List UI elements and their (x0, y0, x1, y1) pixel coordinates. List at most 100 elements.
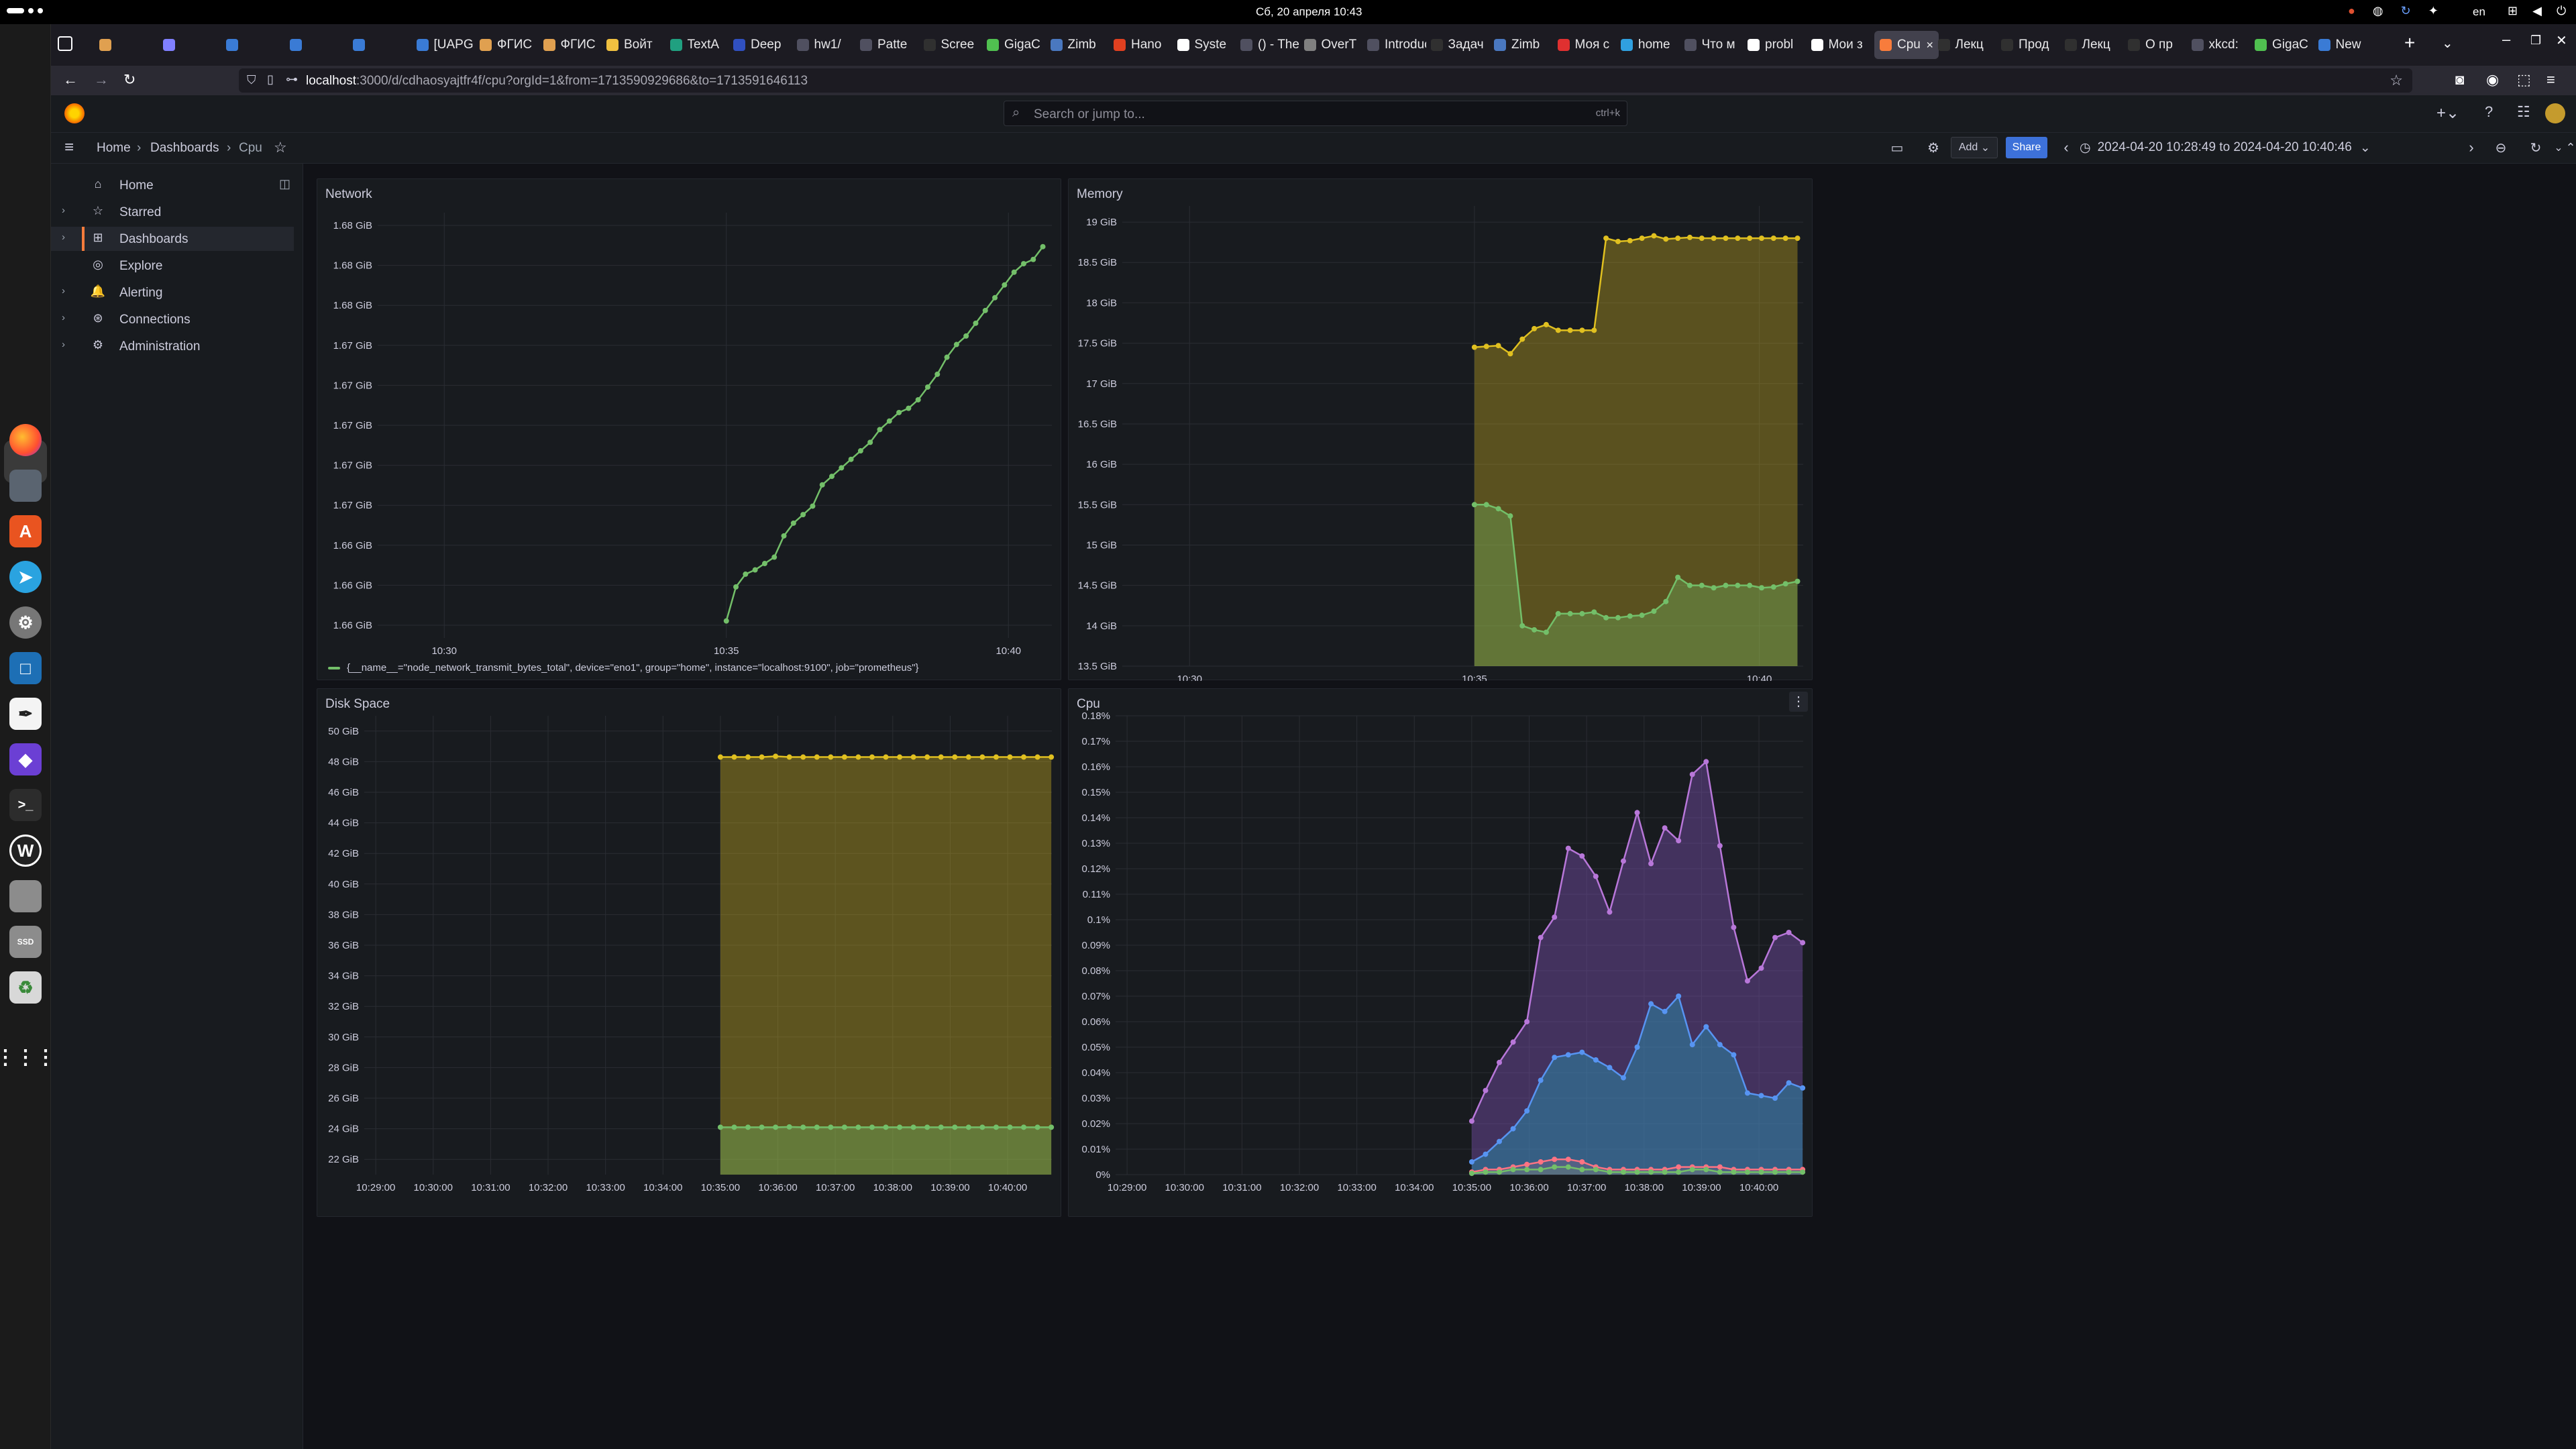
nav-item-alerting[interactable]: › 🔔 Alerting (51, 280, 294, 305)
browser-tab[interactable]: GigaC (987, 31, 1046, 59)
expand-chevron-icon[interactable]: › (62, 205, 65, 216)
browser-tab[interactable]: probl (1748, 31, 1807, 59)
breadcrumb-home[interactable]: Home (97, 141, 131, 156)
browser-tab[interactable] (99, 31, 158, 59)
add-button[interactable]: Add ⌄ (1951, 137, 1998, 158)
telegram-icon[interactable]: ➤ (9, 561, 42, 593)
browser-tab[interactable]: () - The C (1240, 31, 1299, 59)
tab-list-icon[interactable]: ⌄ (2442, 35, 2453, 52)
permissions-icon[interactable]: ⊶ (286, 72, 298, 87)
browser-tab[interactable]: Войт (606, 31, 665, 59)
search-input[interactable]: ⌕ Search or jump to... ctrl+k (1004, 101, 1627, 126)
expand-chevron-icon[interactable]: › (62, 231, 65, 243)
steam-icon[interactable]: ◍ (2373, 4, 2383, 18)
browser-tab[interactable]: OverT (1303, 31, 1363, 59)
browser-tab[interactable] (226, 31, 285, 59)
breadcrumb-dashboards[interactable]: Dashboards (150, 141, 219, 156)
expand-chevron-icon[interactable]: › (62, 285, 65, 297)
virtualbox-icon[interactable]: □ (9, 652, 42, 684)
favorite-star-icon[interactable]: ☆ (274, 139, 287, 156)
workspace-indicator[interactable] (7, 8, 43, 13)
inkscape-icon[interactable]: ✒ (9, 698, 42, 730)
browser-tab[interactable]: New (2318, 31, 2377, 59)
browser-tab[interactable]: Прод (2001, 31, 2060, 59)
reload-icon[interactable]: ↻ (123, 71, 136, 89)
new-tab-icon[interactable]: + (2404, 32, 2415, 54)
browser-tab[interactable]: Scree (923, 31, 983, 59)
back-icon[interactable]: ← (63, 71, 78, 89)
system-clock[interactable]: Сб, 20 апреля 10:43 (1256, 5, 1362, 19)
browser-tab[interactable]: Deep (733, 31, 792, 59)
browser-tab[interactable]: [UAPG (416, 31, 476, 59)
pocket-icon[interactable]: ◙ (2455, 71, 2464, 89)
browser-tab[interactable]: ФГИС (543, 31, 602, 59)
nav-item-explore[interactable]: ◎ Explore (51, 254, 294, 278)
time-back-icon[interactable]: ‹ (2057, 137, 2076, 158)
nav-item-starred[interactable]: › ☆ Starred (51, 200, 294, 224)
browser-tab[interactable] (162, 31, 222, 59)
webstorm-icon[interactable]: W (9, 835, 42, 867)
help-icon[interactable]: ? (2485, 103, 2493, 121)
panel-menu-icon[interactable]: ⋮ (1789, 692, 1808, 712)
maximize-icon[interactable]: ❐ (2530, 34, 2541, 48)
firefox-icon[interactable] (9, 424, 42, 456)
memory-panel[interactable]: 13.5 GiB 14 GiB 14.5 GiB 15 GiB 15.5 GiB 16 G… (1068, 178, 1813, 681)
zoom-out-icon[interactable]: ⊖ (2487, 137, 2514, 158)
refresh-icon[interactable]: ↻ (2522, 137, 2549, 158)
browser-tab[interactable]: Лекц (2064, 31, 2124, 59)
menu-icon[interactable]: ≡ (2546, 71, 2555, 89)
browser-tab[interactable]: GigaC (2255, 31, 2314, 59)
browser-tab[interactable] (353, 31, 412, 59)
browser-tab[interactable]: Introduc (1367, 31, 1426, 59)
news-icon[interactable]: ☷ (2517, 103, 2530, 121)
close-window-icon[interactable]: ✕ (2556, 32, 2567, 49)
expand-chevron-icon[interactable]: › (62, 312, 65, 323)
settings-icon[interactable]: ⚙ (9, 606, 42, 639)
browser-tab[interactable]: Моя с (1557, 31, 1617, 59)
accessibility-icon[interactable]: ✦ (2428, 4, 2438, 18)
browser-tab[interactable]: TextA (669, 31, 729, 59)
close-tab-icon[interactable]: ✕ (1926, 40, 1934, 51)
browser-tab[interactable]: Hano (1114, 31, 1173, 59)
show-apps-icon[interactable]: ⋮⋮⋮ (0, 1041, 56, 1073)
drive-icon[interactable] (9, 880, 42, 912)
ssd-icon[interactable]: SSD (9, 926, 42, 958)
legend-item[interactable]: {__name__="node_network_transmit_bytes_t… (328, 662, 919, 674)
grafana-logo-icon[interactable] (64, 103, 85, 123)
expand-chevron-icon[interactable]: › (62, 339, 65, 350)
tracking-shield-icon[interactable]: ⛉ (247, 73, 256, 87)
minimize-icon[interactable]: – (2502, 31, 2510, 48)
browser-tab[interactable]: О пр (2128, 31, 2187, 59)
bookmark-star-icon[interactable]: ☆ (2390, 72, 2403, 89)
account-icon[interactable]: ◉ (2486, 71, 2499, 89)
share-button[interactable]: Share (2006, 137, 2047, 158)
nav-item-home[interactable]: ⌂ Home (51, 173, 294, 197)
extensions-icon[interactable]: ⬚ (2517, 71, 2531, 89)
menu-toggle-icon[interactable]: ≡ (64, 138, 74, 157)
browser-tab[interactable]: Patte (860, 31, 919, 59)
app-center-icon[interactable]: A (9, 515, 42, 547)
forward-icon[interactable]: → (94, 71, 109, 89)
status-icons[interactable]: ⊞ ◀ ⏻ (2508, 4, 2566, 18)
nav-item-administration[interactable]: › ⚙ Administration (51, 334, 294, 358)
url-bar[interactable]: ⛉ ▯ ⊶ localhost:3000/d/cdhaosyajtfr4f/cp… (239, 68, 2412, 93)
browser-tab[interactable]: ФГИС (480, 31, 539, 59)
url-text[interactable]: localhost:3000/d/cdhaosyajtfr4f/cpu?orgI… (306, 74, 808, 89)
browser-tab[interactable]: Что м (1684, 31, 1743, 59)
time-range-picker[interactable]: ◷ 2024-04-20 10:28:49 to 2024-04-20 10:4… (2080, 137, 2473, 158)
terminal-icon[interactable]: >_ (9, 789, 42, 821)
network-panel[interactable]: 1.68 GiB 1.68 GiB 1.68 GiB 1.67 GiB 1.67 GiB… (317, 178, 1061, 680)
browser-tab[interactable]: Zimb (1494, 31, 1553, 59)
browser-tab[interactable]: home (1621, 31, 1680, 59)
time-forward-icon[interactable]: › (2462, 137, 2481, 158)
dashboard-settings-icon[interactable]: ⚙ (1923, 137, 1944, 158)
collapse-header-icon[interactable]: ⌃ (2557, 137, 2576, 158)
trash-icon[interactable]: ♻ (9, 971, 42, 1004)
tab-overview-icon[interactable] (58, 36, 72, 51)
save-dashboard-icon[interactable]: ▭ (1886, 137, 1908, 158)
browser-tab[interactable]: Лекц (1937, 31, 1997, 59)
obsidian-icon[interactable]: ◆ (9, 743, 42, 775)
nav-item-connections[interactable]: › ⊛ Connections (51, 307, 294, 331)
new-plus-icon[interactable]: +⌄ (2436, 103, 2459, 123)
nav-item-dashboards[interactable]: › ⊞ Dashboards (51, 227, 294, 251)
